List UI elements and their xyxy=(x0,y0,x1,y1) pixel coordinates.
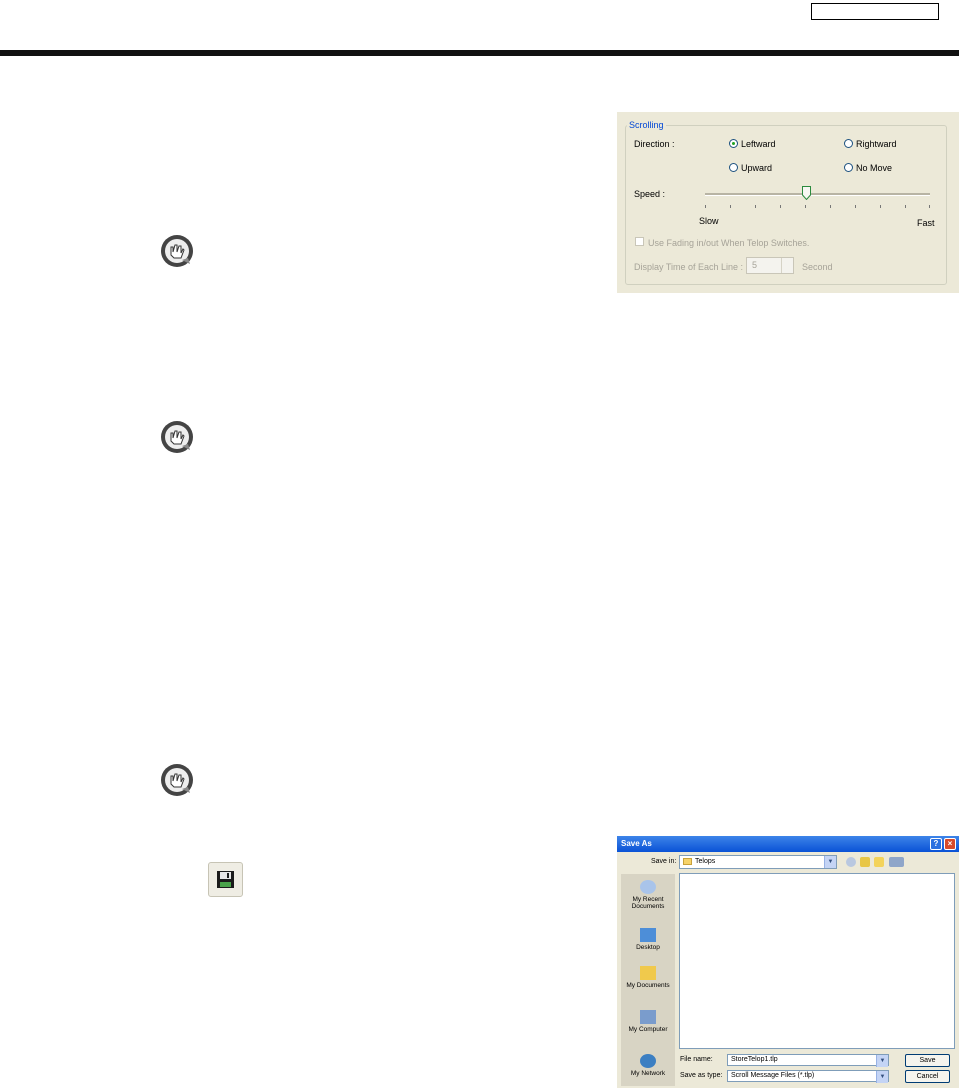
place-label: My Documents xyxy=(626,982,670,989)
desktop-icon xyxy=(640,928,656,942)
slider-tick xyxy=(705,205,706,208)
slider-tick xyxy=(830,205,831,208)
slider-tick xyxy=(755,205,756,208)
place-my-network[interactable]: My Network xyxy=(621,1054,675,1077)
save-in-value[interactable]: Telops xyxy=(695,858,715,865)
radio-upward-label[interactable]: Upward xyxy=(741,163,772,173)
chevron-down-icon[interactable]: ▼ xyxy=(876,1071,888,1083)
radio-no-move[interactable] xyxy=(844,163,853,172)
speed-label: Speed : xyxy=(634,189,666,199)
my-network-icon xyxy=(640,1054,656,1068)
slow-label: Slow xyxy=(699,216,719,226)
file-name-value[interactable]: StoreTelop1.tlp xyxy=(731,1056,778,1063)
cancel-button[interactable]: Cancel xyxy=(905,1070,950,1083)
slider-tick xyxy=(805,205,806,208)
hint-hand-icon xyxy=(161,235,193,267)
save-toolbar-button[interactable] xyxy=(208,862,243,897)
radio-leftward[interactable] xyxy=(729,139,738,148)
hint-hand-icon xyxy=(161,764,193,796)
display-time-unit: Second xyxy=(802,262,833,272)
recent-documents-icon xyxy=(640,880,656,894)
new-folder-icon[interactable] xyxy=(874,857,884,867)
slider-tick xyxy=(730,205,731,208)
fading-checkbox[interactable] xyxy=(635,237,644,246)
place-label: My Computer xyxy=(628,1026,668,1033)
my-documents-icon xyxy=(640,966,656,980)
speed-slider-track[interactable] xyxy=(705,193,930,196)
save-as-type-label: Save as type: xyxy=(680,1072,723,1079)
direction-label: Direction : xyxy=(634,139,675,149)
place-my-documents[interactable]: My Documents xyxy=(621,966,675,989)
scrolling-panel: Scrolling Direction : Leftward Rightward… xyxy=(617,112,959,293)
fading-checkbox-label[interactable]: Use Fading in/out When Telop Switches. xyxy=(648,238,809,248)
place-label: My Recent Documents xyxy=(631,896,665,910)
slider-tick xyxy=(780,205,781,208)
file-name-label: File name: xyxy=(680,1056,713,1063)
scrolling-group-title: Scrolling xyxy=(627,120,666,130)
radio-upward[interactable] xyxy=(729,163,738,172)
file-list[interactable] xyxy=(679,873,955,1049)
dialog-title: Save As xyxy=(621,839,652,848)
slider-tick xyxy=(905,205,906,208)
header-rule xyxy=(0,50,959,56)
view-menu-icon[interactable] xyxy=(889,857,904,867)
save-as-type-value[interactable]: Scroll Message Files (*.tlp) xyxy=(731,1072,814,1079)
radio-rightward-label[interactable]: Rightward xyxy=(856,139,897,149)
dialog-titlebar: Save As ? × xyxy=(617,836,959,852)
chevron-down-icon[interactable]: ▼ xyxy=(824,856,836,868)
radio-rightward[interactable] xyxy=(844,139,853,148)
folder-icon xyxy=(683,858,692,865)
display-time-label: Display Time of Each Line : xyxy=(634,262,744,272)
radio-leftward-label[interactable]: Leftward xyxy=(741,139,776,149)
place-my-computer[interactable]: My Computer xyxy=(621,1010,675,1033)
place-my-recent-documents[interactable]: My Recent Documents xyxy=(621,880,675,910)
my-computer-icon xyxy=(640,1010,656,1024)
back-icon[interactable] xyxy=(846,857,856,867)
place-desktop[interactable]: Desktop xyxy=(621,928,675,951)
place-label: Desktop xyxy=(636,944,660,951)
floppy-disk-icon xyxy=(217,871,234,888)
chevron-down-icon[interactable]: ▼ xyxy=(876,1055,888,1067)
save-button[interactable]: Save xyxy=(905,1054,950,1067)
places-bar: My Recent Documents Desktop My Documents… xyxy=(621,874,675,1086)
close-button[interactable]: × xyxy=(944,838,956,850)
radio-no-move-label[interactable]: No Move xyxy=(856,163,892,173)
header-page-box xyxy=(811,3,939,20)
fast-label: Fast xyxy=(917,218,935,228)
file-name-input[interactable]: StoreTelop1.tlp ▼ xyxy=(727,1054,889,1067)
hint-hand-icon xyxy=(161,421,193,453)
save-in-dropdown[interactable]: Telops ▼ xyxy=(679,855,837,869)
speed-slider-thumb[interactable] xyxy=(802,186,812,200)
slider-tick xyxy=(880,205,881,208)
spinner-arrows-icon[interactable] xyxy=(781,258,793,273)
help-button[interactable]: ? xyxy=(930,838,942,850)
display-time-value[interactable]: 5 xyxy=(752,260,757,270)
up-folder-icon[interactable] xyxy=(860,857,870,867)
save-in-label: Save in: xyxy=(651,858,677,865)
slider-tick xyxy=(855,205,856,208)
save-as-dialog: Save As ? × Save in: Telops ▼ My Recent … xyxy=(617,836,959,1088)
place-label: My Network xyxy=(630,1070,666,1077)
slider-tick xyxy=(929,205,930,208)
display-time-spinner[interactable]: 5 xyxy=(746,257,794,274)
save-as-type-select[interactable]: Scroll Message Files (*.tlp) ▼ xyxy=(727,1070,889,1083)
